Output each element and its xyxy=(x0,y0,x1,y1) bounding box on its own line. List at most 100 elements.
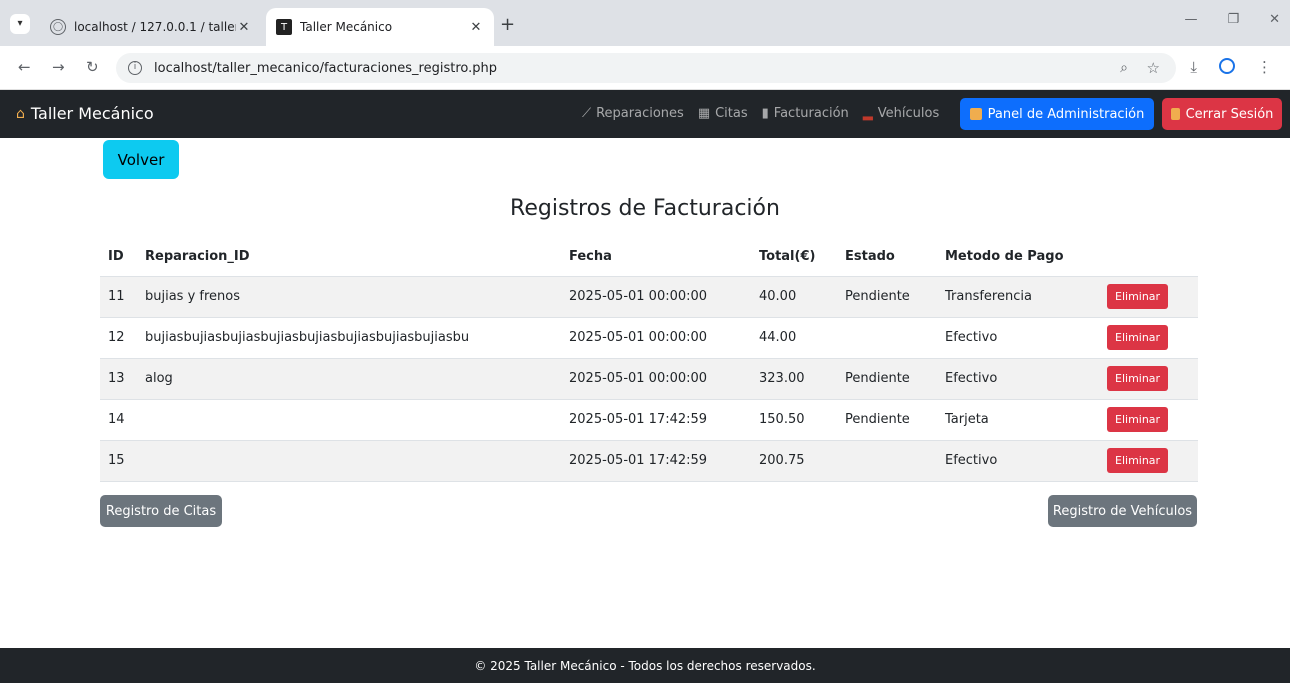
url-text: localhost/taller_mecanico/facturaciones_… xyxy=(154,60,497,76)
app-navbar: ⌂ Taller Mecánico ⟋ Reparaciones ▦ Citas ▮… xyxy=(0,90,1290,138)
delete-button[interactable]: Eliminar xyxy=(1107,407,1169,432)
page-title: Registros de Facturación xyxy=(510,196,780,221)
admin-panel-label: Panel de Administración xyxy=(987,106,1145,122)
cell-actions: Eliminar xyxy=(1099,399,1198,441)
nav-link-facturacion[interactable]: ▮ Facturación xyxy=(762,106,849,121)
house-icon: ⌂ xyxy=(16,105,25,122)
column-header-actions xyxy=(1099,238,1198,277)
column-header-reparacion: Reparacion_ID xyxy=(137,238,561,277)
cell-estado: Pendiente xyxy=(837,276,937,318)
menu-kebab-icon[interactable]: ⋮ xyxy=(1257,58,1272,76)
table-row: 15 2025-05-01 17:42:59 200.75 Efectivo E… xyxy=(100,440,1198,482)
cell-metodo: Efectivo xyxy=(937,358,1099,400)
bookmark-star-icon[interactable]: ☆ xyxy=(1147,59,1160,77)
browser-tab-taller[interactable]: T Taller Mecánico ✕ xyxy=(266,8,494,46)
nav-links: ⟋ Reparaciones ▦ Citas ▮ Facturación ▂ Vehíc… xyxy=(582,106,939,121)
nav-link-citas[interactable]: ▦ Citas xyxy=(698,106,748,121)
page-footer: © 2025 Taller Mecánico - Todos los derec… xyxy=(0,648,1290,683)
cell-total: 200.75 xyxy=(751,440,837,482)
cell-actions: Eliminar xyxy=(1099,358,1198,400)
cell-total: 40.00 xyxy=(751,276,837,318)
url-input[interactable]: i localhost/taller_mecanico/facturacione… xyxy=(116,53,1176,83)
globe-icon: ◯ xyxy=(50,19,66,35)
table-row: 12 bujiasbujiasbujiasbujiasbujiasbujiasb… xyxy=(100,317,1198,359)
tab-title: Taller Mecánico xyxy=(300,20,393,34)
table-row: 14 2025-05-01 17:42:59 150.50 Pendiente … xyxy=(100,399,1198,441)
nav-link-reparaciones[interactable]: ⟋ Reparaciones xyxy=(582,106,684,121)
brand-link[interactable]: ⌂ Taller Mecánico xyxy=(16,104,154,123)
cell-id: 11 xyxy=(100,276,137,318)
restore-icon[interactable]: ❐ xyxy=(1227,12,1239,27)
logout-label: Cerrar Sesión xyxy=(1185,106,1274,122)
column-header-id: ID xyxy=(100,238,137,277)
delete-button[interactable]: Eliminar xyxy=(1107,325,1169,350)
nav-link-label: Vehículos xyxy=(877,106,940,121)
tab-search-dropdown-icon[interactable]: ▾ xyxy=(10,14,30,34)
close-window-icon[interactable]: ✕ xyxy=(1269,12,1280,27)
cell-fecha: 2025-05-01 00:00:00 xyxy=(561,358,751,400)
cell-metodo: Transferencia xyxy=(937,276,1099,318)
cell-id: 14 xyxy=(100,399,137,441)
delete-button[interactable]: Eliminar xyxy=(1107,284,1169,309)
logout-button[interactable]: Cerrar Sesión xyxy=(1162,98,1282,130)
delete-button[interactable]: Eliminar xyxy=(1107,366,1169,391)
minimize-icon[interactable]: — xyxy=(1184,12,1197,27)
browser-address-bar: ← → ↻ i localhost/taller_mecanico/factur… xyxy=(0,46,1290,90)
cell-reparacion: bujias y frenos xyxy=(137,276,561,318)
chart-icon xyxy=(969,108,982,120)
brand-text: Taller Mecánico xyxy=(30,104,154,123)
forward-arrow-icon[interactable]: → xyxy=(52,58,65,76)
nav-link-label: Facturación xyxy=(773,106,849,121)
column-header-total: Total(€) xyxy=(751,238,837,277)
browser-tab-phpmyadmin[interactable]: ◯ localhost / 127.0.0.1 / taller_mec ✕ xyxy=(40,8,262,46)
back-arrow-icon[interactable]: ← xyxy=(18,58,31,76)
cell-actions: Eliminar xyxy=(1099,440,1198,482)
close-tab-icon[interactable]: ✕ xyxy=(468,20,484,35)
cell-fecha: 2025-05-01 17:42:59 xyxy=(561,399,751,441)
receipt-icon: ▮ xyxy=(761,106,769,121)
reload-icon[interactable]: ↻ xyxy=(86,58,99,76)
site-info-icon[interactable]: i xyxy=(128,61,142,75)
nav-link-label: Citas xyxy=(715,106,748,121)
calendar-icon: ▦ xyxy=(697,106,711,121)
delete-button[interactable]: Eliminar xyxy=(1107,448,1169,473)
cell-reparacion: alog xyxy=(137,358,561,400)
download-icon[interactable]: ⤓ xyxy=(1190,58,1197,76)
nav-link-label: Reparaciones xyxy=(596,106,684,121)
cell-fecha: 2025-05-01 17:42:59 xyxy=(561,440,751,482)
wrench-icon: ⟋ xyxy=(582,106,592,121)
cell-metodo: Tarjeta xyxy=(937,399,1099,441)
column-header-fecha: Fecha xyxy=(561,238,751,277)
browser-tab-bar: ▾ ◯ localhost / 127.0.0.1 / taller_mec ✕… xyxy=(0,0,1290,46)
new-tab-icon[interactable]: + xyxy=(500,14,515,35)
column-header-metodo: Metodo de Pago xyxy=(937,238,1099,277)
column-header-estado: Estado xyxy=(837,238,937,277)
table-header-row: ID Reparacion_ID Fecha Total(€) Estado M… xyxy=(100,238,1198,277)
footer-text: © 2025 Taller Mecánico - Todos los derec… xyxy=(474,658,816,673)
cell-total: 44.00 xyxy=(751,317,837,359)
back-button[interactable]: Volver xyxy=(103,140,179,179)
registro-vehiculos-button[interactable]: Registro de Vehículos xyxy=(1048,495,1197,527)
cell-estado: Pendiente xyxy=(837,399,937,441)
close-tab-icon[interactable]: ✕ xyxy=(236,20,252,35)
registro-citas-button[interactable]: Registro de Citas xyxy=(100,495,222,527)
door-icon xyxy=(1170,108,1180,120)
billing-records-table: ID Reparacion_ID Fecha Total(€) Estado M… xyxy=(100,238,1198,482)
cell-estado xyxy=(837,440,937,482)
cell-fecha: 2025-05-01 00:00:00 xyxy=(561,276,751,318)
cell-estado xyxy=(837,317,937,359)
zoom-icon[interactable]: ⌕ xyxy=(1120,60,1128,76)
tab-title: localhost / 127.0.0.1 / taller_mec xyxy=(74,20,236,34)
table-row: 11 bujias y frenos 2025-05-01 00:00:00 4… xyxy=(100,276,1198,318)
cell-total: 323.00 xyxy=(751,358,837,400)
cell-actions: Eliminar xyxy=(1099,276,1198,318)
cell-metodo: Efectivo xyxy=(937,317,1099,359)
nav-link-vehiculos[interactable]: ▂ Vehículos xyxy=(863,106,939,121)
cell-id: 13 xyxy=(100,358,137,400)
profile-icon[interactable] xyxy=(1219,58,1235,74)
cell-id: 15 xyxy=(100,440,137,482)
admin-panel-button[interactable]: Panel de Administración xyxy=(960,98,1154,130)
cell-estado: Pendiente xyxy=(837,358,937,400)
car-icon: ▂ xyxy=(862,106,873,121)
cell-total: 150.50 xyxy=(751,399,837,441)
